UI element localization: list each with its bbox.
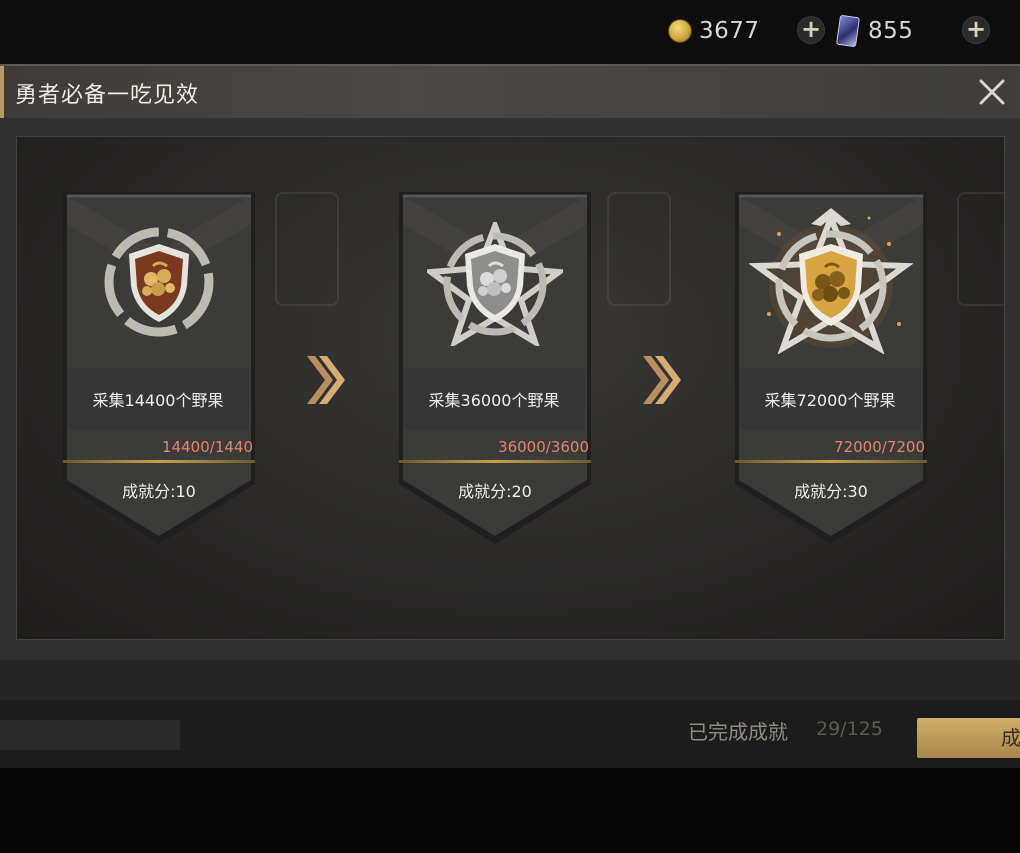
- add-gold-button[interactable]: +: [797, 16, 825, 44]
- achievement-card-bronze[interactable]: 采集14400个野果 14400/1440 成就分:10: [61, 184, 257, 546]
- gold-coin-icon: [669, 20, 691, 42]
- card-currency-icon: [836, 14, 860, 48]
- gold-resource: 3677: [669, 14, 760, 48]
- modal-header: 勇者必备一吃见效: [0, 64, 1020, 118]
- chevron-right-double-icon: [307, 356, 345, 404]
- gold-value: 3677: [699, 18, 760, 44]
- gold-berry-medal-icon: [749, 208, 913, 354]
- background-gold-button: 成: [917, 718, 1020, 758]
- silver-berry-medal-icon: [427, 222, 563, 346]
- ghost-banner-decoration: [275, 192, 339, 306]
- chevron-right-double-icon: [643, 356, 681, 404]
- achievement-score: 成就分:30: [794, 482, 868, 501]
- divider-line: [735, 460, 927, 463]
- close-icon: [979, 79, 1005, 105]
- plus-icon: +: [800, 15, 822, 43]
- task-progress: 36000/3600: [498, 438, 589, 456]
- achievement-card-silver[interactable]: 采集36000个野果 36000/3600 成就分:20: [397, 184, 593, 546]
- card-resource: 855: [836, 14, 914, 48]
- completed-achievements-label: 已完成成就: [688, 720, 788, 744]
- background-left-tab: [0, 720, 180, 750]
- achievement-score: 成就分:20: [458, 482, 532, 501]
- task-description: 采集14400个野果: [67, 368, 249, 430]
- bronze-berry-medal-icon: [104, 227, 214, 337]
- achievement-score: 成就分:10: [122, 482, 196, 501]
- completed-achievements-count: 29/125: [816, 718, 883, 740]
- plus-icon: +: [965, 15, 987, 43]
- top-resource-bar: 3677 + 855 +: [0, 0, 1020, 64]
- divider-line: [399, 460, 591, 463]
- task-description: 采集36000个野果: [403, 368, 585, 430]
- divider-line: [63, 460, 255, 463]
- ghost-banner-decoration: [957, 192, 1004, 306]
- task-description: 采集72000个野果: [739, 368, 921, 430]
- task-progress: 72000/7200: [834, 438, 925, 456]
- add-card-button[interactable]: +: [962, 16, 990, 44]
- ghost-banner-decoration: [607, 192, 671, 306]
- background-tab-bar: [0, 660, 1020, 700]
- card-value: 855: [868, 18, 914, 44]
- modal-title: 勇者必备一吃见效: [15, 83, 200, 108]
- close-button[interactable]: [974, 74, 1010, 110]
- task-progress: 14400/1440: [162, 438, 253, 456]
- achievement-card-gold[interactable]: 采集72000个野果 72000/7200 成就分:30: [733, 184, 929, 546]
